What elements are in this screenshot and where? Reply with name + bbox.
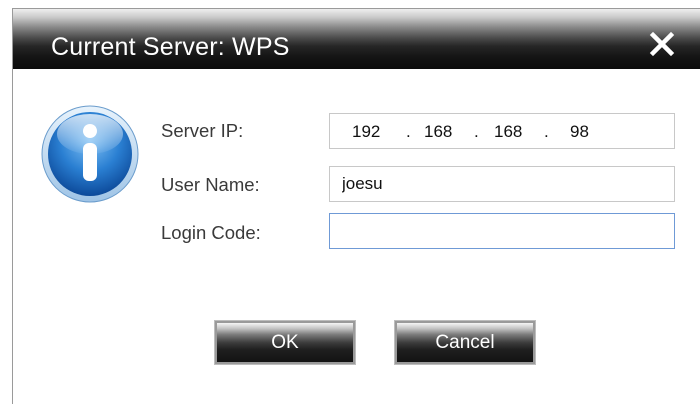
ip-octet-2[interactable]: 168 [424,122,452,142]
ok-button[interactable]: OK [214,320,356,365]
user-name-field[interactable] [329,166,675,202]
ip-octet-3[interactable]: 168 [494,122,522,142]
close-icon [649,31,675,57]
info-icon [40,104,140,204]
ip-separator: . [544,122,549,141]
dialog-title: Current Server: WPS [51,33,290,61]
ip-separator: . [474,122,479,141]
close-button[interactable] [647,29,677,59]
server-ip-field[interactable]: 192 . 168 . 168 . 98 [329,113,675,149]
server-ip-label: Server IP: [161,120,244,141]
ip-octet-4[interactable]: 98 [570,122,589,142]
login-code-label: Login Code: [161,222,261,243]
server-dialog: Current Server: WPS Server IP: 192 . 168… [12,8,700,404]
user-name-label: User Name: [161,174,260,195]
cancel-button[interactable]: Cancel [394,320,536,365]
ip-octet-1[interactable]: 192 [352,122,380,142]
login-code-field[interactable] [329,213,675,249]
ip-separator: . [406,122,411,141]
title-bar[interactable]: Current Server: WPS [13,9,700,69]
